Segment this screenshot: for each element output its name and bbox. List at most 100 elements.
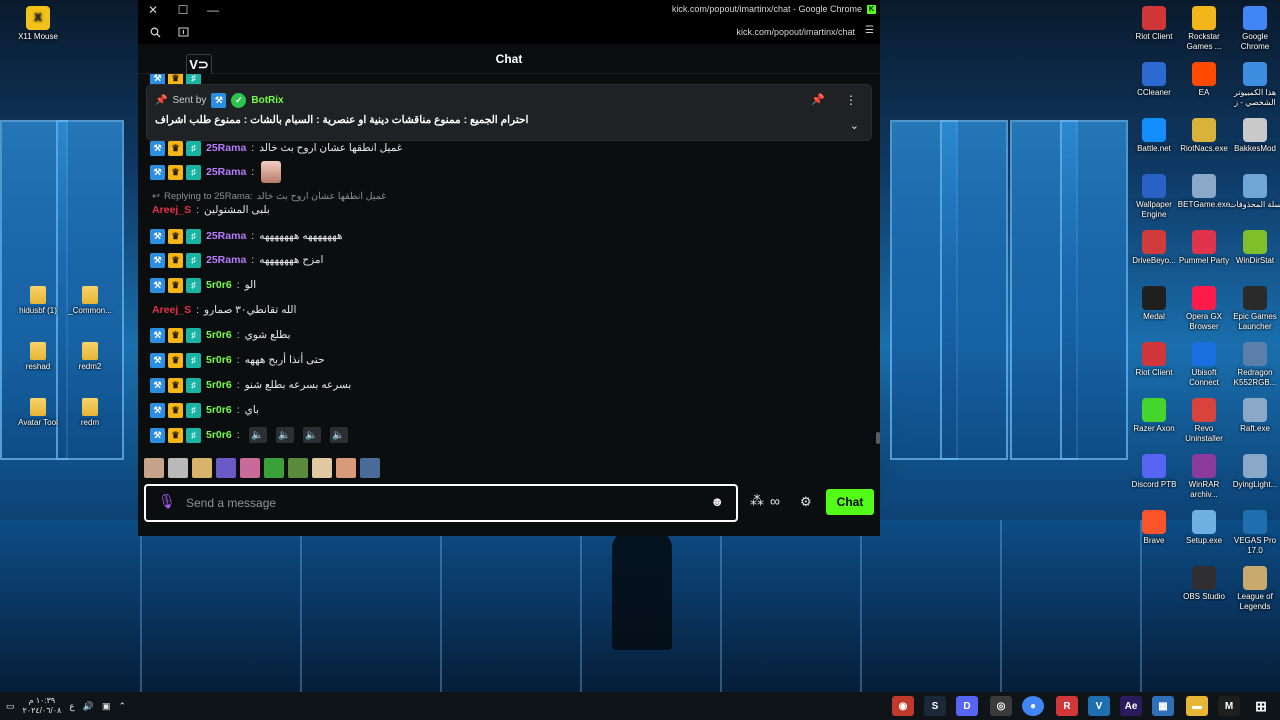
language-indicator[interactable]: ع	[69, 701, 74, 712]
desktop-icon[interactable]: Epic Games Launcher	[1227, 286, 1280, 332]
chat-username[interactable]: 25Rama	[206, 230, 246, 242]
chevron-up-icon[interactable]: ⌃	[118, 701, 126, 712]
desktop-icon-folder[interactable]: redm2	[62, 342, 118, 372]
chrome-icon[interactable]: ●	[1022, 696, 1044, 716]
url-text[interactable]: kick.com/popout/imartinx/chat	[736, 27, 855, 37]
emote-icon[interactable]	[216, 458, 236, 478]
desktop-icon[interactable]: Google Chrome	[1227, 6, 1280, 52]
emote-icon[interactable]	[360, 458, 380, 478]
chat-username[interactable]: 5r0r6	[206, 279, 232, 291]
desktop-icon-folder[interactable]: reshad	[10, 342, 66, 372]
desktop-icon[interactable]: BakkesMod	[1227, 118, 1280, 154]
desktop-icon[interactable]: Pummel Party	[1176, 230, 1232, 266]
chat-username[interactable]: 5r0r6	[206, 379, 232, 391]
taskbar-app-icon[interactable]: ◉	[892, 696, 914, 716]
desktop-icon[interactable]: Battle.net	[1126, 118, 1182, 154]
desktop-icon-folder[interactable]: Avatar Tool	[10, 398, 66, 428]
desktop-icon[interactable]: DyingLight...	[1227, 454, 1280, 490]
medal-icon[interactable]: M	[1218, 696, 1240, 716]
site-settings-icon[interactable]: ☰	[865, 25, 874, 36]
emote-icon[interactable]	[240, 458, 260, 478]
microphone-icon[interactable]: 🎙	[158, 493, 176, 510]
chat-username[interactable]: 25Rama	[206, 254, 246, 266]
message-composer[interactable]: 🎙 ☻	[144, 484, 738, 522]
chat-username[interactable]: 25Rama	[206, 166, 246, 178]
desktop-icon-folder[interactable]: hidusbf (1)	[10, 286, 66, 316]
desktop-icon[interactable]: Brave	[1126, 510, 1182, 546]
riot-client-icon[interactable]: R	[1056, 696, 1078, 716]
volume-icon[interactable]: 🔊	[83, 701, 94, 712]
desktop-icon[interactable]: EA	[1176, 62, 1232, 98]
desktop-icon[interactable]: Redragon K552RGB...	[1227, 342, 1280, 388]
desktop-icon[interactable]: Discord PTB	[1126, 454, 1182, 490]
desktop-icon[interactable]: WinDirStat	[1227, 230, 1280, 266]
install-app-icon[interactable]	[172, 21, 194, 43]
after-effects-icon[interactable]: Ae	[1120, 696, 1142, 716]
maximize-icon[interactable]: ☐	[168, 0, 198, 20]
users-icon[interactable]: ⁂	[750, 492, 764, 509]
desktop-icon[interactable]: سلة المحذوفات	[1227, 174, 1280, 210]
desktop-icon[interactable]: DriveBeyo...	[1126, 230, 1182, 266]
chat-username[interactable]: 5r0r6	[206, 429, 232, 441]
desktop-icon[interactable]: Ubisoft Connect	[1176, 342, 1232, 388]
desktop-icon[interactable]: Razer Axon	[1126, 398, 1182, 434]
desktop-icon[interactable]: Medal	[1126, 286, 1182, 322]
zoom-icon[interactable]	[144, 21, 166, 43]
steam-icon[interactable]: S	[924, 696, 946, 716]
pinned-message[interactable]: 📌 Sent by ⚒ ✓ BotRix احترام الجميع : ممن…	[146, 84, 872, 141]
emote-icon[interactable]	[312, 458, 332, 478]
windows-start-icon[interactable]: ⊞	[1250, 696, 1272, 716]
emote-icon[interactable]	[336, 458, 356, 478]
send-chat-button[interactable]: Chat	[826, 489, 874, 515]
minimize-icon[interactable]: —	[198, 0, 228, 20]
more-options-icon[interactable]: ⋮	[845, 93, 857, 107]
discord-icon[interactable]: D	[956, 696, 978, 716]
store-icon[interactable]: ▦	[1152, 696, 1174, 716]
desktop-icon-x11-mouse[interactable]: X X11 Mouse	[10, 6, 66, 42]
message-input[interactable]	[186, 494, 686, 512]
notifications-icon[interactable]: ▭	[6, 701, 15, 712]
chat-username[interactable]: 25Rama	[206, 142, 246, 154]
gear-icon[interactable]: ⚙	[800, 494, 812, 510]
infinity-icon[interactable]: ∞	[770, 493, 780, 509]
chat-username[interactable]: Areej_S	[152, 304, 191, 316]
desktop-icon[interactable]: Setup.exe	[1176, 510, 1232, 546]
desktop-icon[interactable]: Raft.exe	[1227, 398, 1280, 434]
pinned-author[interactable]: BotRix	[251, 95, 283, 106]
desktop-icon[interactable]: Wallpaper Engine	[1126, 174, 1182, 220]
scrollbar-thumb[interactable]	[876, 432, 880, 444]
close-icon[interactable]: ✕	[138, 0, 168, 20]
desktop-icon[interactable]: هذا الكمبيوتر الشخصي - ز	[1227, 62, 1280, 108]
desktop-icon[interactable]: RiotNacs.exe	[1176, 118, 1232, 154]
emote-icon[interactable]	[264, 458, 284, 478]
vegas-pro-icon[interactable]: V	[1088, 696, 1110, 716]
emote-icon[interactable]	[192, 458, 212, 478]
desktop-icon[interactable]: Opera GX Browser	[1176, 286, 1232, 332]
desktop-icon[interactable]: Rockstar Games ...	[1176, 6, 1232, 52]
desktop-icon[interactable]: OBS Studio	[1176, 566, 1232, 602]
file-explorer-icon[interactable]: ▬	[1186, 696, 1208, 716]
clock[interactable]: ١٠:٣٩ م ٢٠٢٤/٠٦/٠٨	[23, 696, 62, 716]
desktop-icon[interactable]: League of Legends	[1227, 566, 1280, 612]
desktop-icon[interactable]: VEGAS Pro 17.0	[1227, 510, 1280, 556]
chat-username[interactable]: Areej_S	[152, 204, 191, 216]
network-icon[interactable]: ▣	[102, 701, 111, 712]
chat-username[interactable]: 5r0r6	[206, 404, 232, 416]
emoji-picker-icon[interactable]: ☻	[710, 494, 724, 509]
reply-context[interactable]: ↩ Replying to 25Rama: غميل انطقها عشان ارو…	[152, 190, 386, 202]
chat-username[interactable]: 5r0r6	[206, 329, 232, 341]
opera-gx-icon[interactable]: ◎	[990, 696, 1012, 716]
desktop-icon-folder[interactable]: redm	[62, 398, 118, 428]
pin-icon[interactable]: 📌	[811, 93, 825, 106]
desktop-icon[interactable]: WinRAR archiv...	[1176, 454, 1232, 500]
chevron-down-icon[interactable]: ⌄	[850, 119, 859, 132]
chat-username[interactable]: 5r0r6	[206, 354, 232, 366]
emote-icon[interactable]	[288, 458, 308, 478]
desktop-icon-folder[interactable]: _Common...	[62, 286, 118, 316]
desktop-icon[interactable]: Revo Uninstaller	[1176, 398, 1232, 444]
emote-icon[interactable]	[144, 458, 164, 478]
emote-icon[interactable]	[168, 458, 188, 478]
desktop-icon[interactable]: Riot Client	[1126, 342, 1182, 378]
desktop-icon[interactable]: Riot Client	[1126, 6, 1182, 42]
desktop-icon[interactable]: BETGame.exe	[1176, 174, 1232, 210]
